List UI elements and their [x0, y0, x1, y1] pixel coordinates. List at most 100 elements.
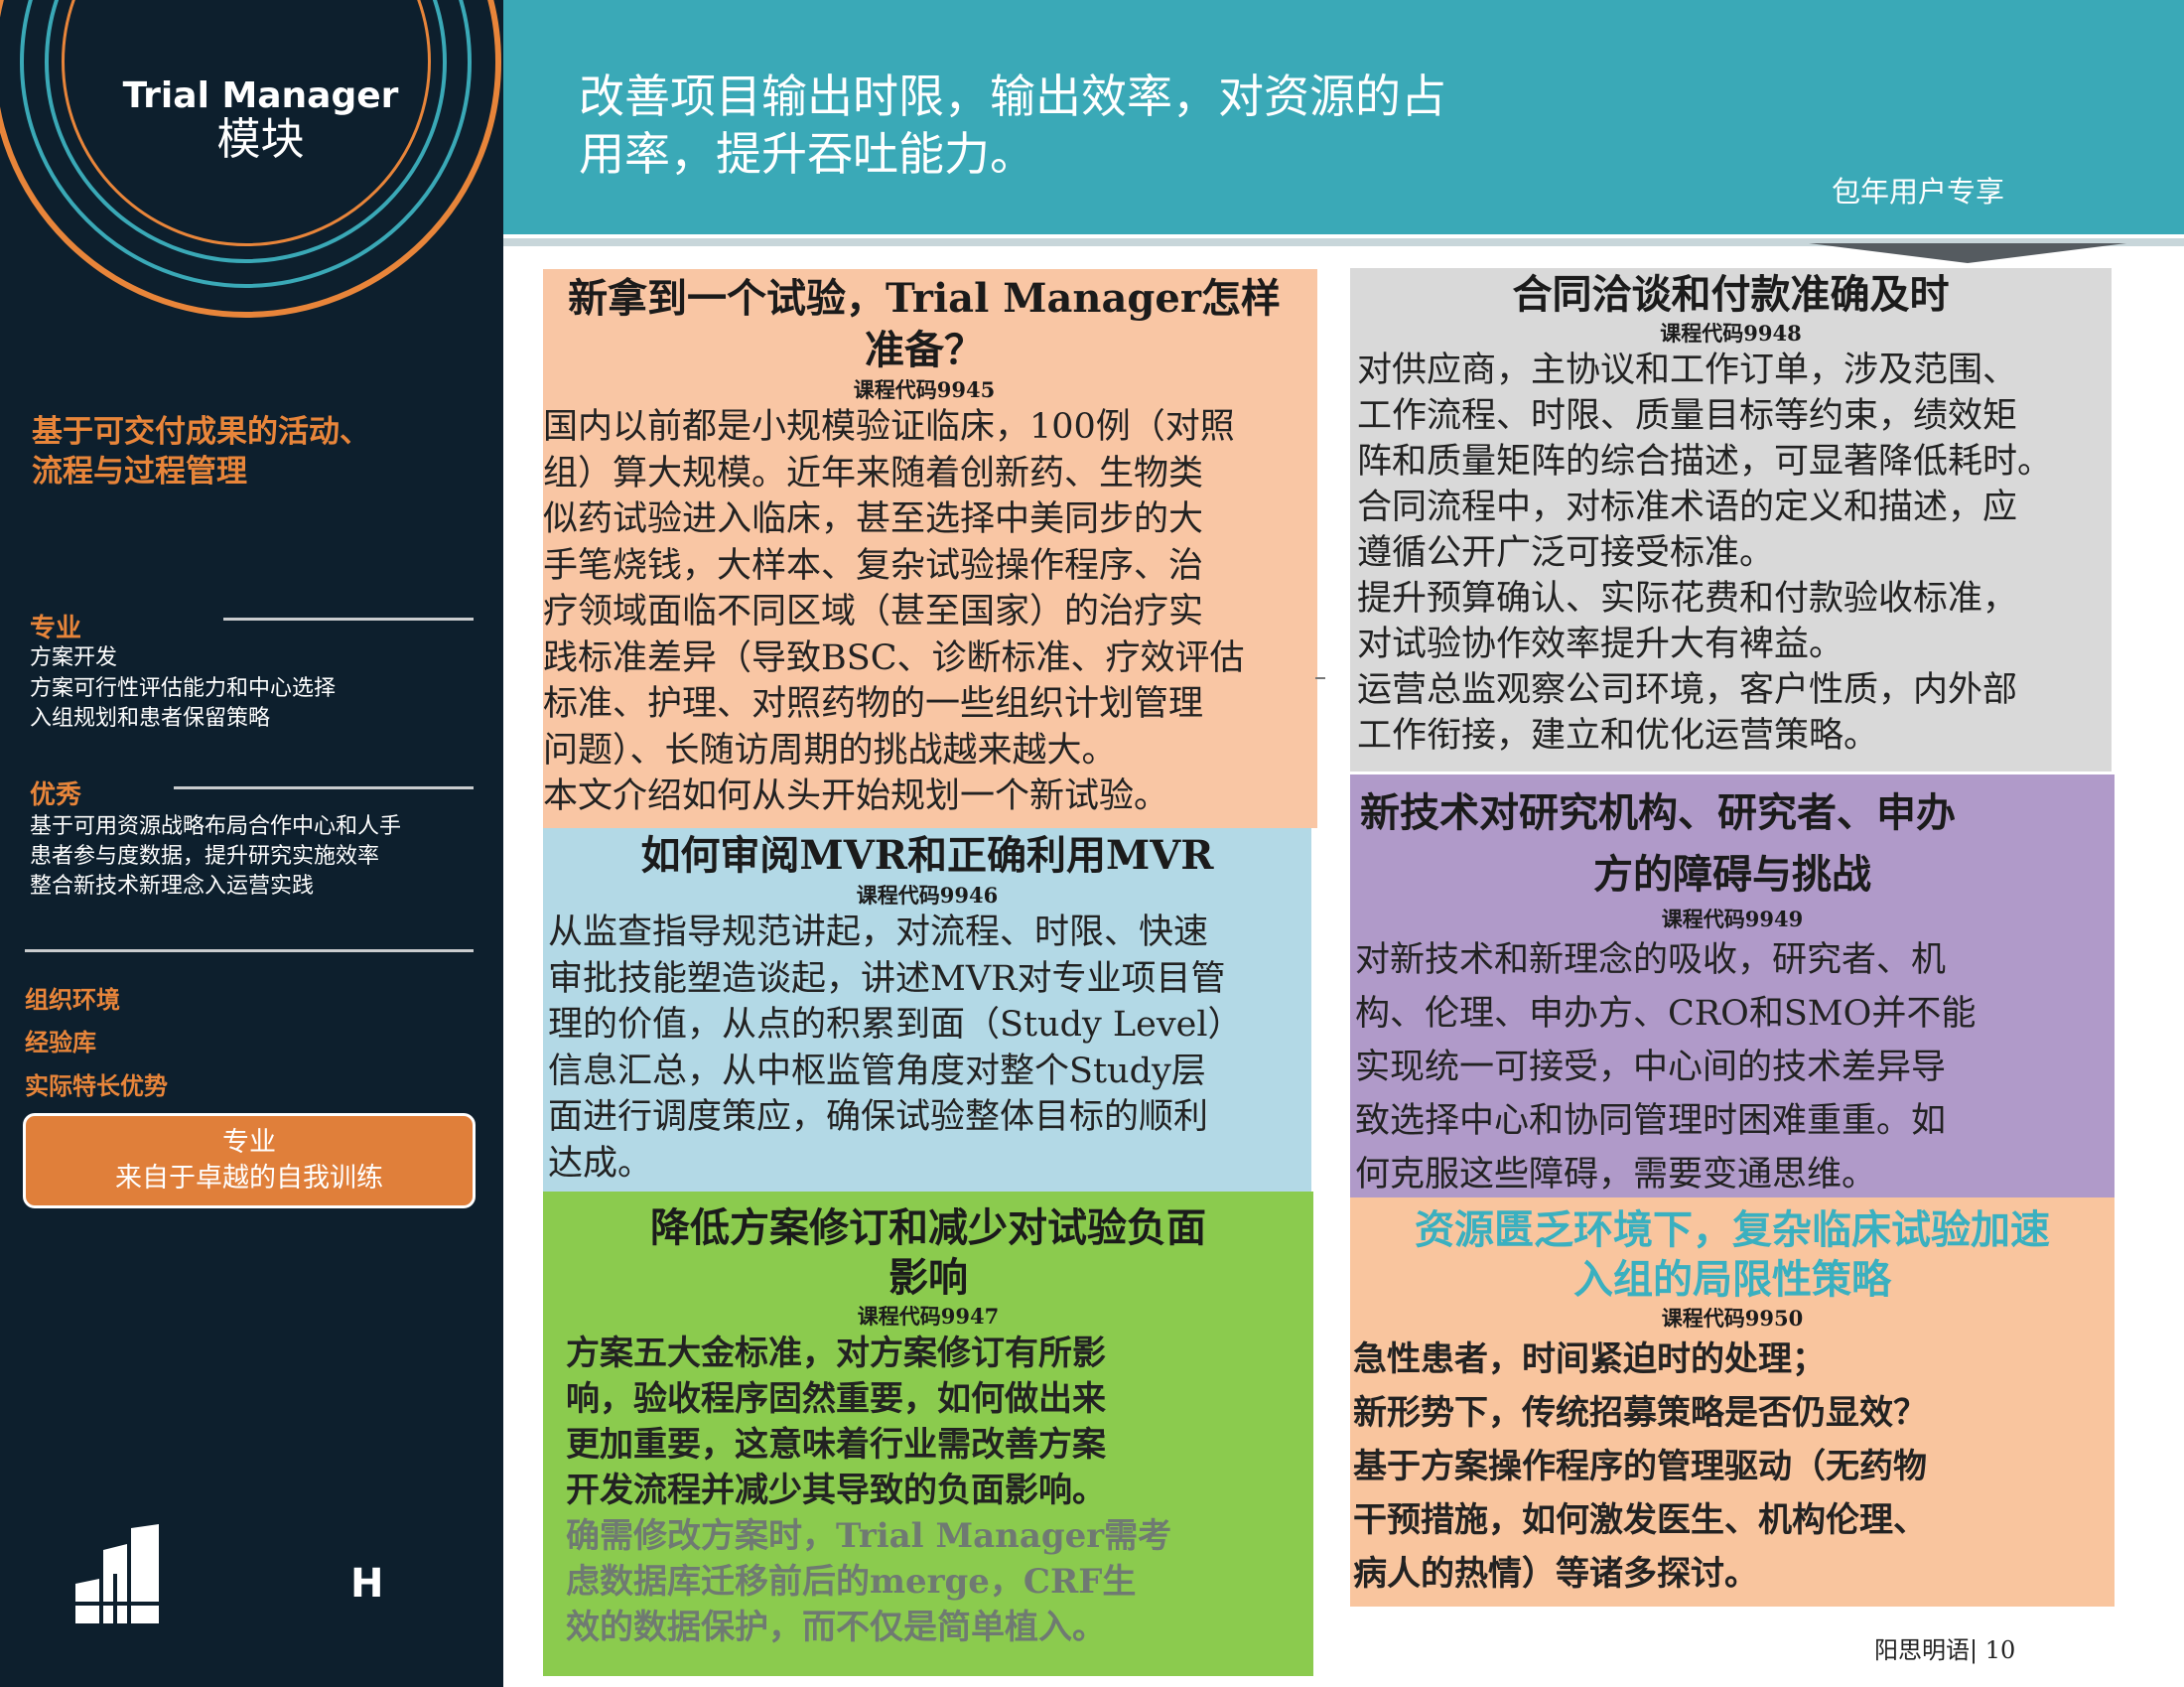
card-title-line: 降低方案修订和减少对试验负面 [650, 1204, 1206, 1251]
card-body-line: 从监查指导规范讲起，对流程、时限、快速 [548, 913, 1209, 952]
page-title: 改善项目输出时限，输出效率，对资源的占 用率，提升吞吐能力。 [579, 68, 1532, 183]
card-body-line: 提升预算确认、实际花费和付款验收标准， [1357, 579, 2018, 619]
card-title-line: 影响 [888, 1254, 968, 1301]
card-body-line: 开发流程并减少其导致的负面影响。 [566, 1471, 1106, 1510]
section-divider [25, 949, 474, 952]
card-body-line: 面进行调度策应，确保试验整体目标的顺利 [548, 1097, 1209, 1137]
card-title: 合同洽谈和付款准确及时 [1350, 268, 2112, 320]
card-body-line-muted: 效的数据保护，而不仅是简单植入。 [566, 1608, 1106, 1647]
card-body-line: 急性患者，时间紧迫时的处理； [1353, 1339, 1826, 1379]
card-title-line: 合同洽谈和付款准确及时 [1512, 271, 1950, 318]
card-body: 方案五大金标准，对方案修订有所影 响，验收程序固然重要，如何做出来 更加重要，这… [543, 1331, 1313, 1650]
card-body: 国内以前都是小规模验证临床，100例（对照 组）算大规模。近年来随着创新药、生物… [543, 404, 1305, 820]
course-card-9950: 资源匮乏环境下，复杂临床试验加速 入组的局限性策略 课程代码9950 急性患者，… [1350, 1197, 2115, 1607]
section-item: 方案可行性评估能力和中心选择 [30, 676, 337, 701]
module-subtitle: 模块 [216, 114, 305, 165]
sidebar: Trial Manager 模块 基于可交付成果的活动、 流程与过程管理 专业 … [0, 0, 503, 1687]
course-card-9947: 降低方案修订和减少对试验负面 影响 课程代码9947 方案五大金标准，对方案修订… [543, 1192, 1313, 1676]
sidebar-heading-line: 流程与过程管理 [32, 454, 247, 490]
card-body-line-muted: 确需修改方案时，Trial Manager需考 [566, 1516, 1172, 1556]
section-item: 整合新技术新理念入运营实践 [30, 874, 315, 899]
section-label-professional: 专业 [30, 614, 82, 643]
card-body-line: 似药试验进入临床，甚至选择中美同步的大 [543, 499, 1204, 539]
card-title-line: 新拿到一个试验，Trial Manager怎样 [568, 275, 1281, 322]
card-body-line: 工作流程、时限、质量目标等约束，绩效矩 [1357, 396, 2018, 436]
sidebar-heading-line: 基于可交付成果的活动、 [32, 414, 370, 450]
card-body-line: 阵和质量矩阵的综合描述，可显著降低耗时。 [1357, 442, 2053, 482]
down-arrow-icon [1809, 243, 2126, 263]
course-code: 课程代码9947 [857, 1304, 1000, 1329]
course-code: 课程代码9945 [853, 377, 996, 402]
section-divider [174, 786, 474, 789]
card-title-line: 资源匮乏环境下，复杂临床试验加速 [1415, 1206, 2050, 1253]
sidebar-heading: 基于可交付成果的活动、 流程与过程管理 [32, 412, 488, 492]
card-body-line: 理的价值，从点的积累到面（Study Level） [548, 1005, 1243, 1045]
card-body-line: 组）算大规模。近年来随着创新药、生物类 [543, 453, 1204, 493]
card-body-line: 标准、护理、对照药物的一些组织计划管理 [543, 684, 1204, 724]
card-body-line: 践标准差异（导致BSC、诊断标准、疗效评估 [543, 637, 1245, 678]
logo-letter: H [350, 1561, 384, 1607]
card-body-line: 致选择中心和协同管理时困难重重。如 [1355, 1101, 1947, 1141]
course-card-9948: 合同洽谈和付款准确及时 课程代码9948 对供应商，主协议和工作订单，涉及范围、… [1350, 268, 2112, 772]
course-code: 课程代码9946 [856, 883, 999, 908]
card-body-line: 新形势下，传统招募策略是否仍显效？ [1353, 1393, 1927, 1433]
building-logo-icon [73, 1524, 163, 1628]
card-body-line: 手笔烧钱，大样本、复杂试验操作程序、治 [543, 545, 1204, 586]
card-title-line: 准备？ [865, 327, 984, 373]
card-body: 对新技术和新理念的吸收，研究者、机 构、伦理、申办方、CRO和SMO并不能 实现… [1350, 933, 2115, 1197]
module-title: Trial Manager 模块 [69, 74, 452, 162]
card-title: 如何审阅MVR和正确利用MVR [543, 828, 1311, 882]
card-title: 新拿到一个试验，Trial Manager怎样 准备？ [543, 269, 1305, 376]
course-code: 课程代码9949 [1661, 907, 1804, 931]
card-body-line: 更加重要，这意味着行业需改善方案 [566, 1425, 1106, 1465]
card-body-line-muted: 虑数据库迁移前后的merge，CRF生 [566, 1562, 1137, 1602]
card-body-line: 何克服这些障碍，需要变通思维。 [1355, 1155, 1877, 1195]
card-body-line: 病人的热情）等诸多探讨。 [1353, 1554, 1758, 1594]
card-body-line: 达成。 [548, 1143, 653, 1184]
card-body-line: 基于方案操作程序的管理驱动（无药物 [1353, 1447, 1927, 1486]
section-divider [223, 618, 474, 621]
card-body-line: 审批技能塑造谈起，讲述MVR对专业项目管 [548, 958, 1226, 999]
org-item-strengths: 实际特长优势 [25, 1072, 168, 1100]
card-body-line: 干预措施，如何激发医生、机构伦理、 [1353, 1500, 1927, 1540]
section-item: 方案开发 [30, 645, 118, 670]
self-training-button[interactable]: 专业 来自于卓越的自我训练 [23, 1113, 476, 1208]
card-body-line: 实现统一可接受，中心间的技术差异导 [1355, 1048, 1947, 1087]
card-body-line: 国内以前都是小规模验证临床，100例（对照 [543, 407, 1235, 447]
card-body: 对供应商，主协议和工作订单，涉及范围、 工作流程、时限、质量目标等约束，绩效矩 … [1350, 348, 2112, 759]
page-title-line: 改善项目输出时限，输出效率，对资源的占 [579, 70, 1446, 123]
course-card-9946: 如何审阅MVR和正确利用MVR 课程代码9946 从监查指导规范讲起，对流程、时… [543, 828, 1311, 1192]
card-title: 降低方案修订和减少对试验负面 影响 [543, 1192, 1313, 1303]
course-card-9945: 新拿到一个试验，Trial Manager怎样 准备？ 课程代码9945 国内以… [543, 269, 1317, 828]
card-body-line: 响，验收程序固然重要，如何做出来 [566, 1379, 1106, 1419]
card-body-line: 疗领域面临不同区域（甚至国家）的治疗实 [543, 592, 1204, 632]
card-body-line: 遵循公开广泛可接受标准。 [1357, 533, 1775, 573]
card-body-line: 对供应商，主协议和工作订单，涉及范围、 [1357, 351, 2018, 390]
card-body-line: 本文介绍如何从头开始规划一个新试验。 [543, 776, 1169, 816]
card-body: 急性患者，时间紧迫时的处理； 新形势下，传统招募策略是否仍显效？ 基于方案操作程… [1350, 1333, 2115, 1601]
org-item-environment: 组织环境 [25, 986, 120, 1014]
card-body-line: 合同流程中，对标准术语的定义和描述，应 [1357, 488, 2018, 527]
card-body-line: 对新技术和新理念的吸收，研究者、机 [1355, 940, 1947, 980]
section-item: 基于可用资源战略布局合作中心和人手 [30, 814, 402, 839]
card-body-line: 信息汇总，从中枢监管角度对整个Study层 [548, 1051, 1206, 1091]
card-title: 资源匮乏环境下，复杂临床试验加速 入组的局限性策略 [1350, 1197, 2115, 1305]
card-body-line: 工作衔接，建立和优化运营策略。 [1357, 716, 1879, 756]
course-card-9949: 新技术对研究机构、研究者、申办 方的障碍与挑战 课程代码9949 对新技术和新理… [1350, 774, 2115, 1197]
course-code: 课程代码9948 [1660, 321, 1802, 346]
section-item: 患者参与度数据，提升研究实施效率 [30, 844, 380, 869]
card-title-line: 入组的局限性策略 [1573, 1256, 1891, 1303]
card-body-line: 问题）、长随访周期的挑战越来越大。 [543, 730, 1117, 771]
card-title-line: 新技术对研究机构、研究者、申办 [1360, 789, 1956, 836]
card-title: 新技术对研究机构、研究者、申办 方的障碍与挑战 [1350, 774, 2115, 906]
divider-tick [1315, 677, 1325, 679]
course-code: 课程代码9950 [1661, 1306, 1804, 1331]
section-item: 入组规划和患者保留策略 [30, 706, 271, 731]
org-item-experience: 经验库 [25, 1029, 96, 1056]
card-body-line: 构、伦理、申办方、CRO和SMO并不能 [1355, 994, 1977, 1034]
module-title-text: Trial Manager [122, 75, 399, 116]
card-body: 从监查指导规范讲起，对流程、时限、快速 审批技能塑造谈起，讲述MVR对专业项目管… [543, 910, 1311, 1187]
card-title-line: 如何审阅MVR和正确利用MVR [640, 832, 1214, 879]
card-body-line: 运营总监观察公司环境，客户性质，内外部 [1357, 670, 2018, 710]
page-title-line: 用率，提升吞吐能力。 [579, 127, 1035, 181]
